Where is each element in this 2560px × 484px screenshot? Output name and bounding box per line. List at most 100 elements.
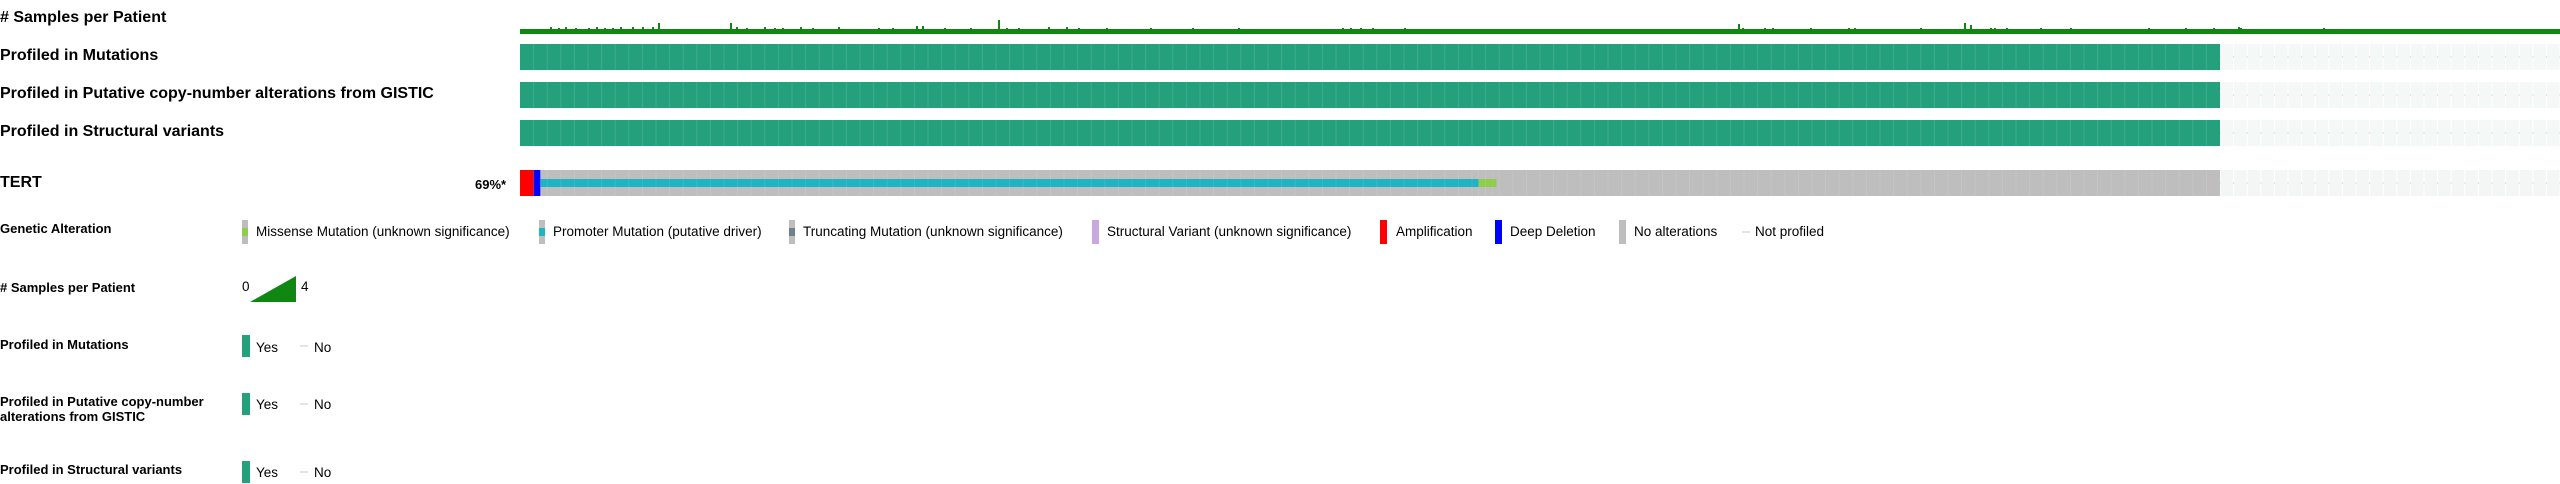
samples-bar[interactable] xyxy=(2148,28,2150,34)
samples-bar[interactable] xyxy=(642,27,644,34)
samples-bar[interactable] xyxy=(838,27,840,34)
not-profiled-cell xyxy=(2370,44,2383,70)
samples-bar[interactable] xyxy=(736,27,738,34)
samples-bar[interactable] xyxy=(800,27,802,34)
samples-bar[interactable] xyxy=(1238,28,1240,34)
not-profiled-cell xyxy=(2329,120,2342,146)
samples-bar[interactable] xyxy=(764,27,766,34)
legend-title-genetic-alteration: Genetic Alteration xyxy=(0,221,112,236)
samples-bar[interactable] xyxy=(612,28,614,34)
samples-base-band[interactable] xyxy=(520,29,2560,34)
not-profiled-cell xyxy=(2533,82,2546,108)
samples-bar[interactable] xyxy=(1066,27,1068,34)
samples-bar[interactable] xyxy=(1764,28,1766,34)
samples-bar[interactable] xyxy=(1360,28,1362,34)
track-label-profiled-sv[interactable]: Profiled in Structural variants xyxy=(0,123,224,141)
legend-item-structural-variant: Structural Variant (unknown significance… xyxy=(1107,224,1352,239)
samples-bar[interactable] xyxy=(1772,28,1774,34)
samples-bar[interactable] xyxy=(1192,28,1194,34)
samples-bar[interactable] xyxy=(2213,28,2215,34)
samples-bar[interactable] xyxy=(1738,24,1740,34)
samples-bar[interactable] xyxy=(1048,27,1050,34)
profiled-block[interactable] xyxy=(520,44,2220,70)
tert-oncoprint-track[interactable] xyxy=(520,170,2560,196)
samples-bar[interactable] xyxy=(878,28,880,34)
samples-bar[interactable] xyxy=(1006,28,1008,34)
samples-bar[interactable] xyxy=(596,27,598,34)
samples-bar[interactable] xyxy=(944,28,946,34)
profiled-mutations-track[interactable] xyxy=(520,44,2560,70)
samples-bar[interactable] xyxy=(1742,28,1744,34)
samples-bar[interactable] xyxy=(1018,28,1020,34)
samples-bar[interactable] xyxy=(658,23,660,34)
samples-bar[interactable] xyxy=(2238,27,2240,34)
not-profiled-cell xyxy=(2234,82,2247,108)
samples-bar[interactable] xyxy=(1994,28,1996,34)
track-label-profiled-mutations[interactable]: Profiled in Mutations xyxy=(0,47,158,65)
samples-bar[interactable] xyxy=(632,27,634,34)
samples-bar[interactable] xyxy=(588,28,590,34)
tert-altered-percent[interactable]: 69%* xyxy=(475,177,506,192)
samples-bar[interactable] xyxy=(1964,23,1966,34)
samples-per-patient-bars[interactable] xyxy=(520,18,2560,34)
samples-bar[interactable] xyxy=(1854,28,1856,34)
track-label-samples-per-patient[interactable]: # Samples per Patient xyxy=(0,9,166,27)
samples-bar[interactable] xyxy=(620,27,622,34)
samples-per-patient-track[interactable] xyxy=(520,18,2560,34)
samples-bar[interactable] xyxy=(550,27,552,34)
samples-bar[interactable] xyxy=(2185,28,2187,34)
samples-bar[interactable] xyxy=(922,26,924,34)
samples-bar[interactable] xyxy=(892,28,894,34)
samples-bar[interactable] xyxy=(2040,28,2042,34)
samples-bar[interactable] xyxy=(782,28,784,34)
profiled-sv-cells[interactable] xyxy=(520,120,2560,146)
samples-bar[interactable] xyxy=(970,28,972,34)
profiled-cna-track[interactable] xyxy=(520,82,2560,108)
samples-bar[interactable] xyxy=(2323,28,2325,34)
samples-bar[interactable] xyxy=(2240,28,2242,34)
legend-title-profiled-mutations: Profiled in Mutations xyxy=(0,337,129,352)
samples-bar[interactable] xyxy=(812,28,814,34)
samples-bar[interactable] xyxy=(580,29,582,34)
profiled-block[interactable] xyxy=(520,120,2220,146)
samples-bar[interactable] xyxy=(916,26,918,34)
tert-alteration-cells[interactable] xyxy=(520,170,2560,196)
track-label-profiled-cna[interactable]: Profiled in Putative copy-number alterat… xyxy=(0,85,434,103)
samples-bar[interactable] xyxy=(1848,28,1850,34)
samples-bar[interactable] xyxy=(2070,28,2072,34)
profiled-mutations-cells[interactable] xyxy=(520,44,2560,70)
gene-label-tert[interactable]: TERT xyxy=(0,174,42,192)
tert-not-profiled-cell xyxy=(2410,170,2424,196)
samples-bar[interactable] xyxy=(1150,28,1152,34)
samples-bar[interactable] xyxy=(1810,28,1812,34)
samples-bar[interactable] xyxy=(998,20,1000,34)
samples-bar[interactable] xyxy=(1350,28,1352,34)
samples-bar[interactable] xyxy=(1342,28,1344,34)
samples-bar[interactable] xyxy=(652,27,654,34)
samples-bar[interactable] xyxy=(2006,28,2008,34)
profiled-sv-track[interactable] xyxy=(520,120,2560,146)
samples-bar[interactable] xyxy=(1372,28,1374,34)
tert-missense-mutation-cells[interactable] xyxy=(1492,179,1497,187)
not-profiled-cell xyxy=(2247,120,2261,146)
not-profiled-cell xyxy=(2478,82,2492,108)
samples-bar[interactable] xyxy=(1990,28,1992,34)
samples-bar[interactable] xyxy=(1078,28,1080,34)
samples-bar[interactable] xyxy=(774,28,776,34)
samples-bar[interactable] xyxy=(558,28,560,34)
samples-bar[interactable] xyxy=(746,28,748,34)
tert-deep-deletion-cells[interactable] xyxy=(533,170,541,196)
samples-bar[interactable] xyxy=(1106,28,1108,34)
not-profiled-cell xyxy=(2247,82,2261,108)
not-profiled-cell xyxy=(2478,120,2492,146)
tert-amplification-cells[interactable] xyxy=(520,170,534,196)
profiled-block[interactable] xyxy=(520,82,2220,108)
samples-bar[interactable] xyxy=(1920,28,1922,34)
samples-bar[interactable] xyxy=(1404,28,1406,34)
samples-bar[interactable] xyxy=(604,28,606,34)
samples-bar[interactable] xyxy=(1970,25,1972,34)
samples-bar[interactable] xyxy=(565,27,567,34)
profiled-cna-cells[interactable] xyxy=(520,82,2560,108)
samples-bar[interactable] xyxy=(575,28,577,34)
samples-bar[interactable] xyxy=(730,23,732,34)
